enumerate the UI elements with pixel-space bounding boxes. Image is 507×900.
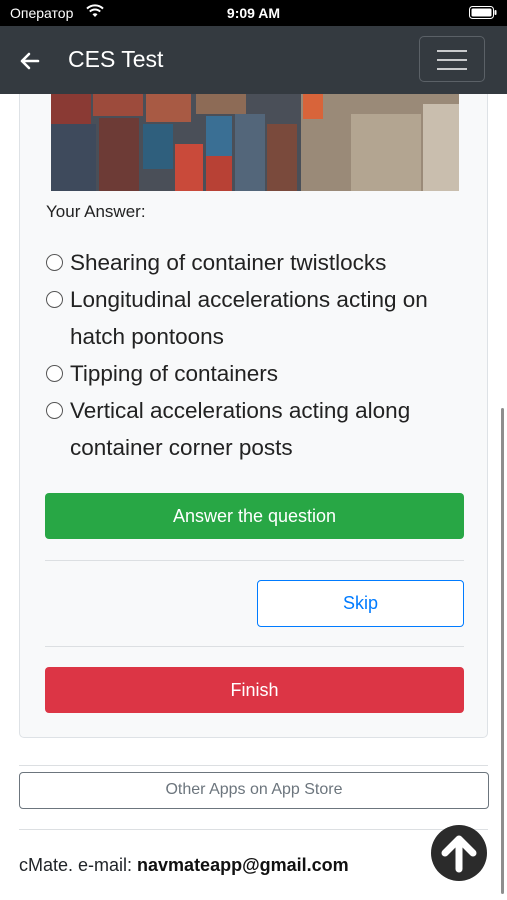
- radio-button[interactable]: [46, 254, 63, 271]
- divider: [45, 560, 464, 561]
- hamburger-menu-icon: [437, 50, 467, 52]
- option-line: Tipping of containers: [70, 361, 279, 386]
- radio-button[interactable]: [46, 291, 63, 308]
- divider: [19, 765, 488, 766]
- footer-email-link[interactable]: navmateapp@gmail.com: [137, 855, 349, 875]
- option-text: Longitudinal accelerations acting on hat…: [70, 281, 480, 355]
- skip-button[interactable]: Skip: [257, 580, 464, 627]
- option-line: Vertical accelerations acting along: [70, 398, 411, 423]
- scroll-to-top-button[interactable]: [431, 825, 487, 881]
- scrollbar[interactable]: [501, 408, 504, 894]
- finish-button[interactable]: Finish: [45, 667, 464, 713]
- hamburger-bar: [437, 59, 467, 61]
- radio-button[interactable]: [46, 365, 63, 382]
- hamburger-bar: [437, 68, 467, 70]
- your-answer-label: Your Answer:: [46, 202, 146, 221]
- question-card: Your Answer: Shearing of container twist…: [19, 94, 488, 738]
- other-apps-button[interactable]: Other Apps on App Store: [19, 772, 489, 809]
- question-image: [51, 94, 459, 191]
- top-navbar: CES Test: [0, 26, 507, 94]
- option-text: Tipping of containers: [70, 355, 480, 392]
- page-title: CES Test: [68, 46, 164, 72]
- answer-button[interactable]: Answer the question: [45, 493, 464, 539]
- option-text: Shearing of container twistlocks: [70, 244, 480, 281]
- arrow-up-icon: [441, 835, 477, 873]
- option-line: hatch pontoons: [70, 324, 224, 349]
- menu-button[interactable]: [419, 36, 485, 82]
- footer-contact: cMate. e-mail: navmateapp@gmail.com: [19, 855, 349, 876]
- status-bar: Оператор 9:09 AM: [0, 0, 507, 26]
- footer-prefix: cMate. e-mail:: [19, 855, 138, 875]
- option-line: container corner posts: [70, 435, 293, 460]
- divider: [45, 646, 464, 647]
- radio-button[interactable]: [46, 402, 63, 419]
- back-arrow-icon[interactable]: [18, 50, 40, 72]
- option-line: Longitudinal accelerations acting on: [70, 287, 428, 312]
- option-line: Shearing of container twistlocks: [70, 250, 387, 275]
- status-time: 9:09 AM: [226, 5, 281, 21]
- option-text: Vertical accelerations acting along cont…: [70, 392, 480, 466]
- battery-icon: [469, 6, 497, 19]
- divider: [19, 829, 488, 830]
